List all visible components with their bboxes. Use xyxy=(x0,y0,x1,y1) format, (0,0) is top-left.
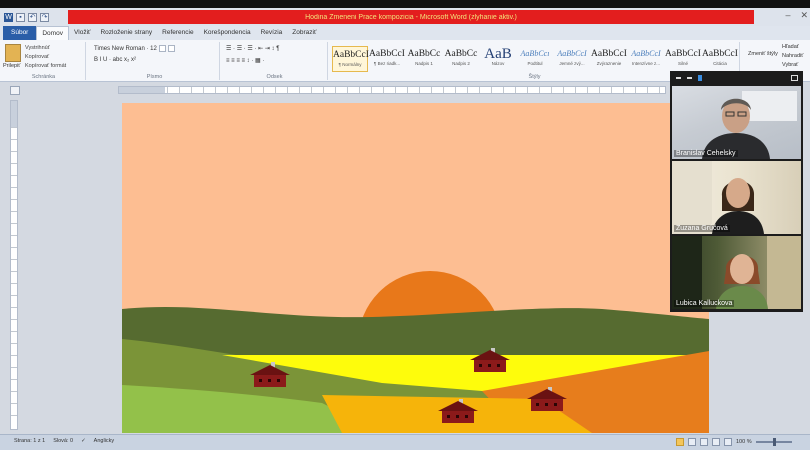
dash-icon[interactable] xyxy=(687,77,692,79)
style-subtle-emphasis[interactable]: AaBbCcI Jemné zvý... xyxy=(554,46,590,72)
style-normal[interactable]: AaBbCcI ¶ Normálny xyxy=(332,46,369,72)
gallery-view-icon[interactable] xyxy=(791,75,798,81)
participant-name: Zuzana Grúčová xyxy=(674,225,730,232)
change-styles-button[interactable]: Zmeniť štýly xyxy=(748,50,778,59)
window-title: Hodina Zmeneni Prace kompozicia - Micros… xyxy=(305,13,517,21)
language-indicator[interactable]: Anglicky xyxy=(94,438,114,444)
zoom-slider[interactable] xyxy=(755,438,792,446)
save-icon[interactable]: ▪ xyxy=(16,12,25,22)
style-subtitle[interactable]: AaBbCcı Podtitul xyxy=(517,46,553,72)
video-panel-toolbar xyxy=(670,71,803,85)
tab-view[interactable]: Zobraziť xyxy=(287,26,321,40)
font-group: Times New Roman · 12 B I U · abc x₂ x² P… xyxy=(90,42,220,80)
participant-1-video xyxy=(702,91,797,159)
copy-button[interactable]: Kopírovať xyxy=(25,53,66,62)
web-layout-icon[interactable] xyxy=(700,438,708,446)
clipboard-group-label: Schránka xyxy=(31,74,56,80)
tab-references[interactable]: Referencie xyxy=(157,26,198,40)
style-intense-emphasis[interactable]: AaBbCcI Intenzívne z... xyxy=(628,46,664,72)
select-button[interactable]: Vybrať xyxy=(782,61,803,70)
style-title[interactable]: AaB Názov xyxy=(480,46,516,72)
paragraph-group: ☰ · ☰ · ☰ · ⇤ ⇥ ↕ ¶ ≡ ≡ ≡ ≡ ↕ · ▦ · Odse… xyxy=(222,42,328,80)
horizontal-ruler[interactable] xyxy=(118,86,666,94)
outline-view-icon[interactable] xyxy=(712,438,720,446)
participant-name: Branislav Cehelsky xyxy=(674,150,738,157)
print-layout-icon[interactable] xyxy=(676,438,684,446)
shrink-font-icon[interactable] xyxy=(167,45,175,52)
style-emphasis[interactable]: AaBbCcI Zvýraznenie xyxy=(591,46,627,72)
ribbon-tabs: Súbor Domov Vložiť Rozloženie strany Ref… xyxy=(0,26,810,40)
video-tile-1[interactable]: Branislav Cehelsky xyxy=(672,86,801,159)
paragraph-row-1[interactable]: ☰ · ☰ · ☰ · ⇤ ⇥ ↕ ¶ xyxy=(226,45,279,52)
paragraph-row-2[interactable]: ≡ ≡ ≡ ≡ ↕ · ▦ · xyxy=(226,57,264,64)
spellcheck-icon[interactable]: ✓ xyxy=(81,438,86,444)
top-strip xyxy=(0,0,810,8)
participant-name: Lubica Kalluckova xyxy=(674,300,735,307)
word-icon[interactable]: W xyxy=(4,12,13,22)
undo-icon[interactable]: ↶ xyxy=(28,12,37,22)
participant-3-video xyxy=(672,236,801,309)
tab-selector-button[interactable] xyxy=(10,86,20,95)
word-count[interactable]: Slová: 0 xyxy=(53,438,73,444)
page-count[interactable]: Strana: 1 z 1 xyxy=(14,438,45,444)
document-page[interactable] xyxy=(122,103,709,433)
paste-icon[interactable] xyxy=(5,44,21,62)
vertical-ruler[interactable] xyxy=(10,100,18,430)
font-format-row[interactable]: B I U · abc x₂ x² xyxy=(94,57,136,63)
minimize-icon[interactable] xyxy=(676,77,681,79)
editing-group: Hľadať Nahradiť Vybrať xyxy=(782,43,803,70)
full-screen-reading-icon[interactable] xyxy=(688,438,696,446)
status-bar: Strana: 1 z 1 Slová: 0 ✓ Anglicky 100 % xyxy=(0,434,810,450)
font-group-label: Písmo xyxy=(146,74,163,80)
clipboard-group: Prilepiť Vystrihnúť Kopírovať Kopírovať … xyxy=(2,42,86,80)
title-bar: W ▪ ↶ ↷ Hodina Zmeneni Prace kompozicia … xyxy=(0,8,810,26)
window-controls: – ✕ xyxy=(785,10,808,21)
tab-insert[interactable]: Vložiť xyxy=(69,26,96,40)
style-strong[interactable]: AaBbCcI Silné xyxy=(665,46,701,72)
draft-view-icon[interactable] xyxy=(724,438,732,446)
style-heading-2[interactable]: AaBbCc Nadpis 2 xyxy=(443,46,479,72)
participant-2-video xyxy=(672,161,764,234)
layout-icon[interactable] xyxy=(698,75,702,81)
window-title-banner: Hodina Zmeneni Prace kompozicia - Micros… xyxy=(68,10,754,24)
landscape-drawing xyxy=(122,103,709,433)
paragraph-group-label: Odsek xyxy=(266,74,283,80)
tab-page-layout[interactable]: Rozloženie strany xyxy=(95,26,157,40)
font-name-select[interactable]: Times New Roman xyxy=(94,46,145,52)
redo-icon[interactable]: ↷ xyxy=(40,12,49,22)
replace-button[interactable]: Nahradiť xyxy=(782,52,803,61)
format-painter-button[interactable]: Kopírovať formát xyxy=(25,62,66,71)
font-size-select[interactable]: 12 xyxy=(150,46,157,52)
style-heading-1[interactable]: AaBbCc Nadpis 1 xyxy=(406,46,442,72)
grow-font-icon[interactable] xyxy=(158,45,166,52)
tab-mailings[interactable]: Korešpondencia xyxy=(199,26,256,40)
paste-button[interactable]: Prilepiť xyxy=(3,63,20,69)
tab-home[interactable]: Domov xyxy=(36,26,69,40)
video-tile-2[interactable]: Zuzana Grúčová xyxy=(672,161,801,234)
video-tile-3[interactable]: Lubica Kalluckova xyxy=(672,236,801,309)
tab-review[interactable]: Revízia xyxy=(256,26,288,40)
video-call-panel: Branislav Cehelsky Zuzana Grúčová Lubica… xyxy=(670,71,803,312)
zoom-level[interactable]: 100 % xyxy=(736,439,752,445)
quick-access-toolbar: W ▪ ↶ ↷ xyxy=(4,11,49,23)
word-window: W ▪ ↶ ↷ Hodina Zmeneni Prace kompozicia … xyxy=(0,0,810,450)
close-button[interactable]: ✕ xyxy=(800,10,808,21)
find-button[interactable]: Hľadať xyxy=(782,43,803,52)
style-no-spacing[interactable]: AaBbCcI ¶ Bez riadk... xyxy=(369,46,405,72)
tab-file[interactable]: Súbor xyxy=(3,26,37,40)
style-quote[interactable]: AaBbCcI Citácia xyxy=(702,46,738,72)
cut-button[interactable]: Vystrihnúť xyxy=(25,44,66,53)
minimize-button[interactable]: – xyxy=(785,10,790,21)
